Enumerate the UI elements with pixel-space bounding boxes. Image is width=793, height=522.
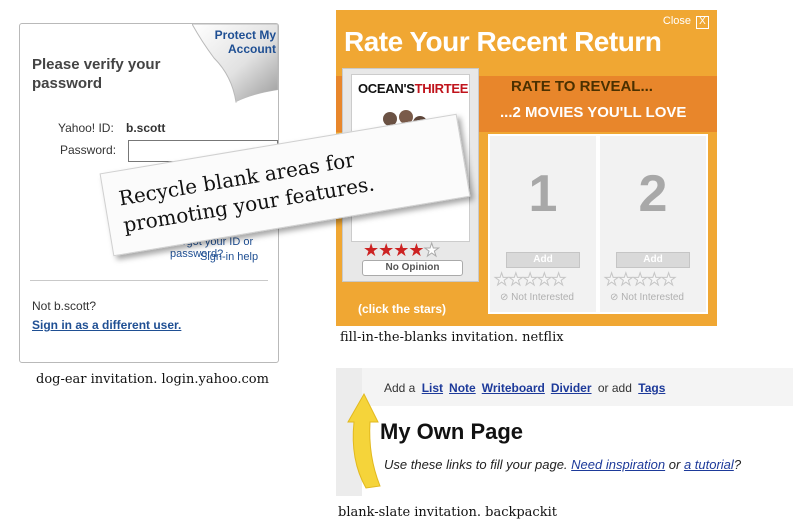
- add-button[interactable]: Add: [616, 252, 690, 268]
- page-title: My Own Page: [380, 419, 524, 444]
- sign-in-help-link[interactable]: Sign-in help: [200, 251, 258, 263]
- poster-title-a: OCEAN'S: [358, 81, 415, 96]
- add-tags-link[interactable]: Tags: [638, 381, 665, 395]
- star-icon[interactable]: ★: [660, 270, 676, 290]
- star-icon[interactable]: ★: [408, 240, 424, 260]
- fill-page-hint: Use these links to fill your page. Need …: [384, 457, 741, 472]
- close-icon: X: [696, 16, 709, 29]
- arrow-up-icon: [347, 392, 381, 489]
- poster-title-b: THIRTEEN: [414, 81, 469, 96]
- no-opinion-button[interactable]: No Opinion: [362, 260, 463, 276]
- slot-number: 2: [638, 165, 668, 223]
- or-add-label: or add: [597, 381, 632, 395]
- close-label: Close: [662, 15, 691, 27]
- add-divider-link[interactable]: Divider: [551, 381, 592, 395]
- star-icon[interactable]: ★: [508, 270, 524, 290]
- add-links-row: Add a List Note Writeboard Divider or add T…: [384, 381, 668, 395]
- add-button[interactable]: Add: [506, 252, 580, 268]
- rating-stars[interactable]: ★★★★★: [363, 240, 440, 261]
- netflix-headline: Rate Your Recent Return: [344, 26, 662, 57]
- not-user-text: Not b.scott?: [32, 299, 97, 313]
- star-icon[interactable]: ★: [493, 270, 509, 290]
- not-interested-button[interactable]: ⊘ Not Interested: [610, 292, 684, 303]
- rate-to-reveal: RATE TO REVEAL...: [511, 78, 653, 95]
- backpack-page-panel: Add a List Note Writeboard Divider or add T…: [336, 368, 793, 496]
- need-inspiration-link[interactable]: Need inspiration: [571, 457, 665, 472]
- slot-number: 1: [528, 165, 558, 223]
- yahoo-id-label: Yahoo! ID:: [58, 121, 114, 135]
- backpack-caption: blank-slate invitation. backpackit: [338, 505, 557, 520]
- tutorial-link[interactable]: a tutorial: [684, 457, 734, 472]
- movies-you-love: ...2 MOVIES YOU'LL LOVE: [500, 104, 687, 121]
- not-interested-label: Not Interested: [511, 292, 574, 303]
- protect-my-account-link[interactable]: Protect My Account: [196, 28, 276, 56]
- slot-stars[interactable]: ★★★★★: [603, 270, 676, 290]
- star-icon[interactable]: ★: [522, 270, 538, 290]
- yahoo-caption: dog-ear invitation. login.yahoo.com: [36, 372, 269, 387]
- not-interested-icon: ⊘: [500, 292, 509, 303]
- different-user-link[interactable]: Sign in as a different user.: [32, 318, 181, 332]
- not-interested-label: Not Interested: [621, 292, 684, 303]
- hint-text: Use these links to fill your page.: [384, 457, 568, 472]
- poster-title: OCEAN'STHIRTEEN: [358, 81, 469, 96]
- movie-slot-2: 2 Add ★★★★★ ⊘ Not Interested: [598, 134, 708, 314]
- star-icon[interactable]: ★: [603, 270, 619, 290]
- add-note-link[interactable]: Note: [449, 381, 476, 395]
- click-stars-hint: (click the stars): [358, 302, 447, 316]
- add-a-label: Add a: [384, 381, 416, 395]
- star-icon[interactable]: ★: [393, 240, 409, 260]
- slot-stars[interactable]: ★★★★★: [493, 270, 566, 290]
- star-icon[interactable]: ★: [632, 270, 648, 290]
- question-mark: ?: [733, 457, 742, 472]
- star-icon[interactable]: ★: [618, 270, 634, 290]
- star-icon[interactable]: ★: [363, 240, 379, 260]
- add-list-link[interactable]: List: [422, 381, 443, 395]
- movie-slot-1: 1 Add ★★★★★ ⊘ Not Interested: [488, 134, 598, 314]
- verify-title: Please verify your password: [32, 56, 161, 92]
- yahoo-id-value: b.scott: [126, 121, 166, 135]
- or-text: or: [668, 457, 681, 472]
- star-icon[interactable]: ★: [536, 270, 552, 290]
- add-writeboard-link[interactable]: Writeboard: [482, 381, 545, 395]
- close-button[interactable]: Close X: [663, 15, 709, 29]
- divider: [30, 280, 268, 281]
- not-interested-button[interactable]: ⊘ Not Interested: [500, 292, 574, 303]
- star-icon[interactable]: ★: [646, 270, 662, 290]
- not-interested-icon: ⊘: [610, 292, 619, 303]
- netflix-caption: fill-in-the-blanks invitation. netflix: [340, 330, 564, 345]
- password-label: Password:: [60, 143, 117, 157]
- star-icon[interactable]: ★: [550, 270, 566, 290]
- star-icon[interactable]: ★: [423, 240, 440, 261]
- star-icon[interactable]: ★: [378, 240, 394, 260]
